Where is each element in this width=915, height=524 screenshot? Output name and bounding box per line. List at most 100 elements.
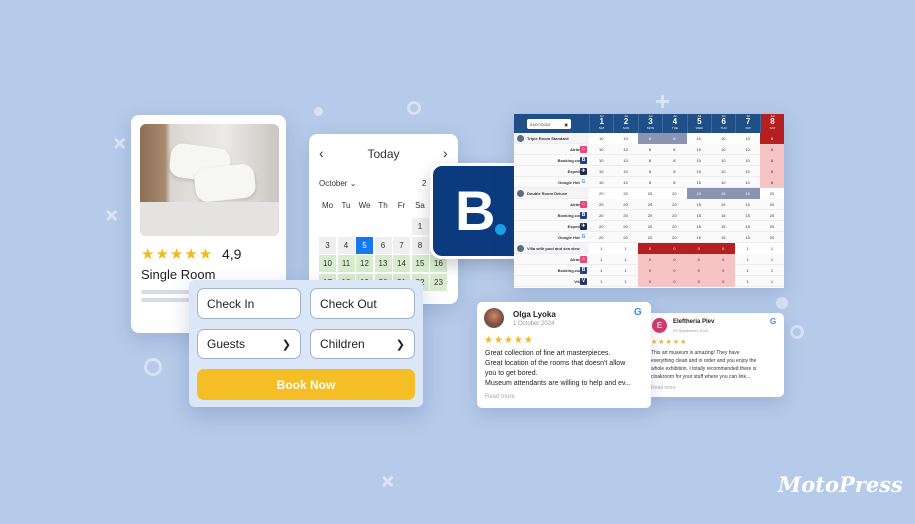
availability-cell[interactable]: 0 [686, 254, 711, 265]
availability-cell[interactable]: 10 [687, 144, 711, 155]
availability-cell[interactable]: 1 [589, 254, 613, 265]
availability-cell[interactable]: 15 [735, 188, 760, 199]
availability-cell[interactable]: 15 [711, 221, 735, 232]
availability-cell[interactable]: 20 [662, 221, 686, 232]
availability-cell[interactable]: 10 [687, 177, 711, 188]
availability-cell[interactable]: 20 [638, 232, 662, 243]
availability-cell[interactable]: 20 [589, 221, 613, 232]
availability-cell[interactable]: 15 [735, 199, 759, 210]
availability-cell[interactable]: 10 [735, 177, 759, 188]
availability-cell[interactable]: 10 [589, 133, 614, 144]
availability-cell[interactable]: 20 [638, 199, 662, 210]
availability-cell[interactable]: 20 [613, 210, 637, 221]
calendar-day[interactable]: 23 [430, 273, 447, 291]
availability-cell[interactable]: 0 [686, 265, 711, 276]
availability-cell[interactable]: 10 [735, 144, 759, 155]
availability-cell[interactable]: 8 [662, 133, 687, 144]
availability-cell[interactable]: 1 [760, 254, 784, 265]
availability-cell[interactable]: 20 [662, 188, 687, 199]
availability-cell[interactable]: 1 [735, 276, 759, 287]
availability-cell[interactable]: 8 [638, 177, 662, 188]
availability-cell[interactable]: 20 [760, 221, 784, 232]
availability-cell[interactable]: 8 [662, 177, 686, 188]
book-now-button[interactable]: Book Now [197, 369, 415, 400]
availability-cell[interactable]: 1 [613, 276, 637, 287]
availability-cell[interactable]: 15 [735, 210, 759, 221]
calendar-day[interactable]: 12 [356, 255, 373, 272]
availability-cell[interactable]: 0 [637, 276, 663, 287]
availability-cell[interactable]: 15 [686, 188, 711, 199]
availability-cell[interactable]: 10 [711, 133, 736, 144]
calendar-day[interactable]: 7 [393, 236, 410, 254]
availability-cell[interactable]: 10 [613, 144, 637, 155]
availability-cell[interactable]: 8 [759, 166, 784, 177]
availability-cell[interactable]: 10 [613, 155, 637, 166]
calendar-day[interactable]: 10 [319, 255, 336, 272]
availability-cell[interactable]: 8 [759, 133, 784, 144]
availability-cell[interactable]: 20 [613, 221, 637, 232]
availability-cell[interactable]: 20 [760, 199, 784, 210]
availability-cell[interactable]: 10 [711, 177, 735, 188]
availability-cell[interactable]: 20 [613, 188, 638, 199]
availability-cell[interactable]: 20 [637, 188, 663, 199]
calendar-day[interactable]: 6 [374, 236, 392, 254]
calendar-day[interactable]: 8 [411, 236, 429, 254]
availability-cell[interactable]: 1 [613, 254, 637, 265]
availability-cell[interactable]: 0 [637, 265, 663, 276]
availability-cell[interactable]: 15 [735, 221, 759, 232]
availability-cell[interactable]: 0 [686, 243, 711, 254]
calendar-day[interactable]: 4 [337, 236, 355, 254]
year-select[interactable]: 2 [422, 179, 426, 188]
availability-cell[interactable]: 20 [613, 199, 637, 210]
availability-cell[interactable]: 8 [759, 155, 784, 166]
availability-cell[interactable]: 15 [711, 188, 736, 199]
calendar-day[interactable]: 11 [337, 255, 355, 272]
availability-cell[interactable]: 10 [589, 144, 613, 155]
read-more-link[interactable]: Read more [651, 385, 676, 391]
availability-cell[interactable]: 10 [613, 177, 637, 188]
guests-select[interactable]: Guests ❯ [197, 329, 301, 359]
availability-cell[interactable]: 10 [735, 166, 759, 177]
calendar-day[interactable]: 14 [393, 255, 410, 272]
availability-cell[interactable]: 10 [711, 166, 735, 177]
availability-cell[interactable]: 1 [589, 265, 613, 276]
check-in-field[interactable]: Check In [197, 288, 301, 319]
availability-cell[interactable]: 8 [759, 144, 784, 155]
availability-cell[interactable]: 20 [589, 188, 614, 199]
availability-cell[interactable]: 1 [613, 265, 637, 276]
availability-cell[interactable]: 10 [735, 133, 760, 144]
availability-cell[interactable]: 8 [637, 133, 663, 144]
availability-cell[interactable]: 1 [589, 276, 613, 287]
availability-cell[interactable]: 10 [686, 133, 711, 144]
calendar-title[interactable]: Today [309, 147, 458, 161]
availability-cell[interactable]: 15 [711, 232, 735, 243]
availability-cell[interactable]: 10 [589, 177, 613, 188]
availability-cell[interactable]: 0 [686, 276, 711, 287]
date-input[interactable]: 01/07/2024 ▣ [527, 119, 571, 129]
availability-cell[interactable]: 15 [687, 210, 711, 221]
availability-cell[interactable]: 10 [613, 133, 638, 144]
availability-cell[interactable]: 10 [711, 144, 735, 155]
availability-cell[interactable]: 0 [711, 254, 736, 265]
availability-cell[interactable]: 10 [687, 155, 711, 166]
availability-cell[interactable]: 0 [662, 254, 687, 265]
availability-cell[interactable]: 8 [662, 144, 686, 155]
availability-cell[interactable]: 20 [589, 210, 613, 221]
availability-cell[interactable]: 20 [638, 210, 662, 221]
availability-cell[interactable]: 8 [638, 155, 662, 166]
next-month-button[interactable]: › [443, 145, 448, 161]
availability-cell[interactable]: 20 [638, 221, 662, 232]
availability-cell[interactable]: 1 [735, 265, 759, 276]
read-more-link[interactable]: Read more [485, 394, 515, 400]
availability-cell[interactable]: 10 [735, 155, 759, 166]
availability-cell[interactable]: 20 [589, 232, 613, 243]
availability-cell[interactable]: 15 [711, 210, 735, 221]
availability-cell[interactable]: 8 [638, 166, 662, 177]
availability-cell[interactable]: 15 [735, 232, 759, 243]
availability-cell[interactable]: 10 [589, 166, 613, 177]
availability-cell[interactable]: 0 [637, 254, 663, 265]
availability-cell[interactable]: 20 [589, 199, 613, 210]
availability-cell[interactable]: 0 [662, 276, 687, 287]
availability-cell[interactable]: 20 [662, 232, 686, 243]
availability-cell[interactable]: 8 [662, 166, 686, 177]
